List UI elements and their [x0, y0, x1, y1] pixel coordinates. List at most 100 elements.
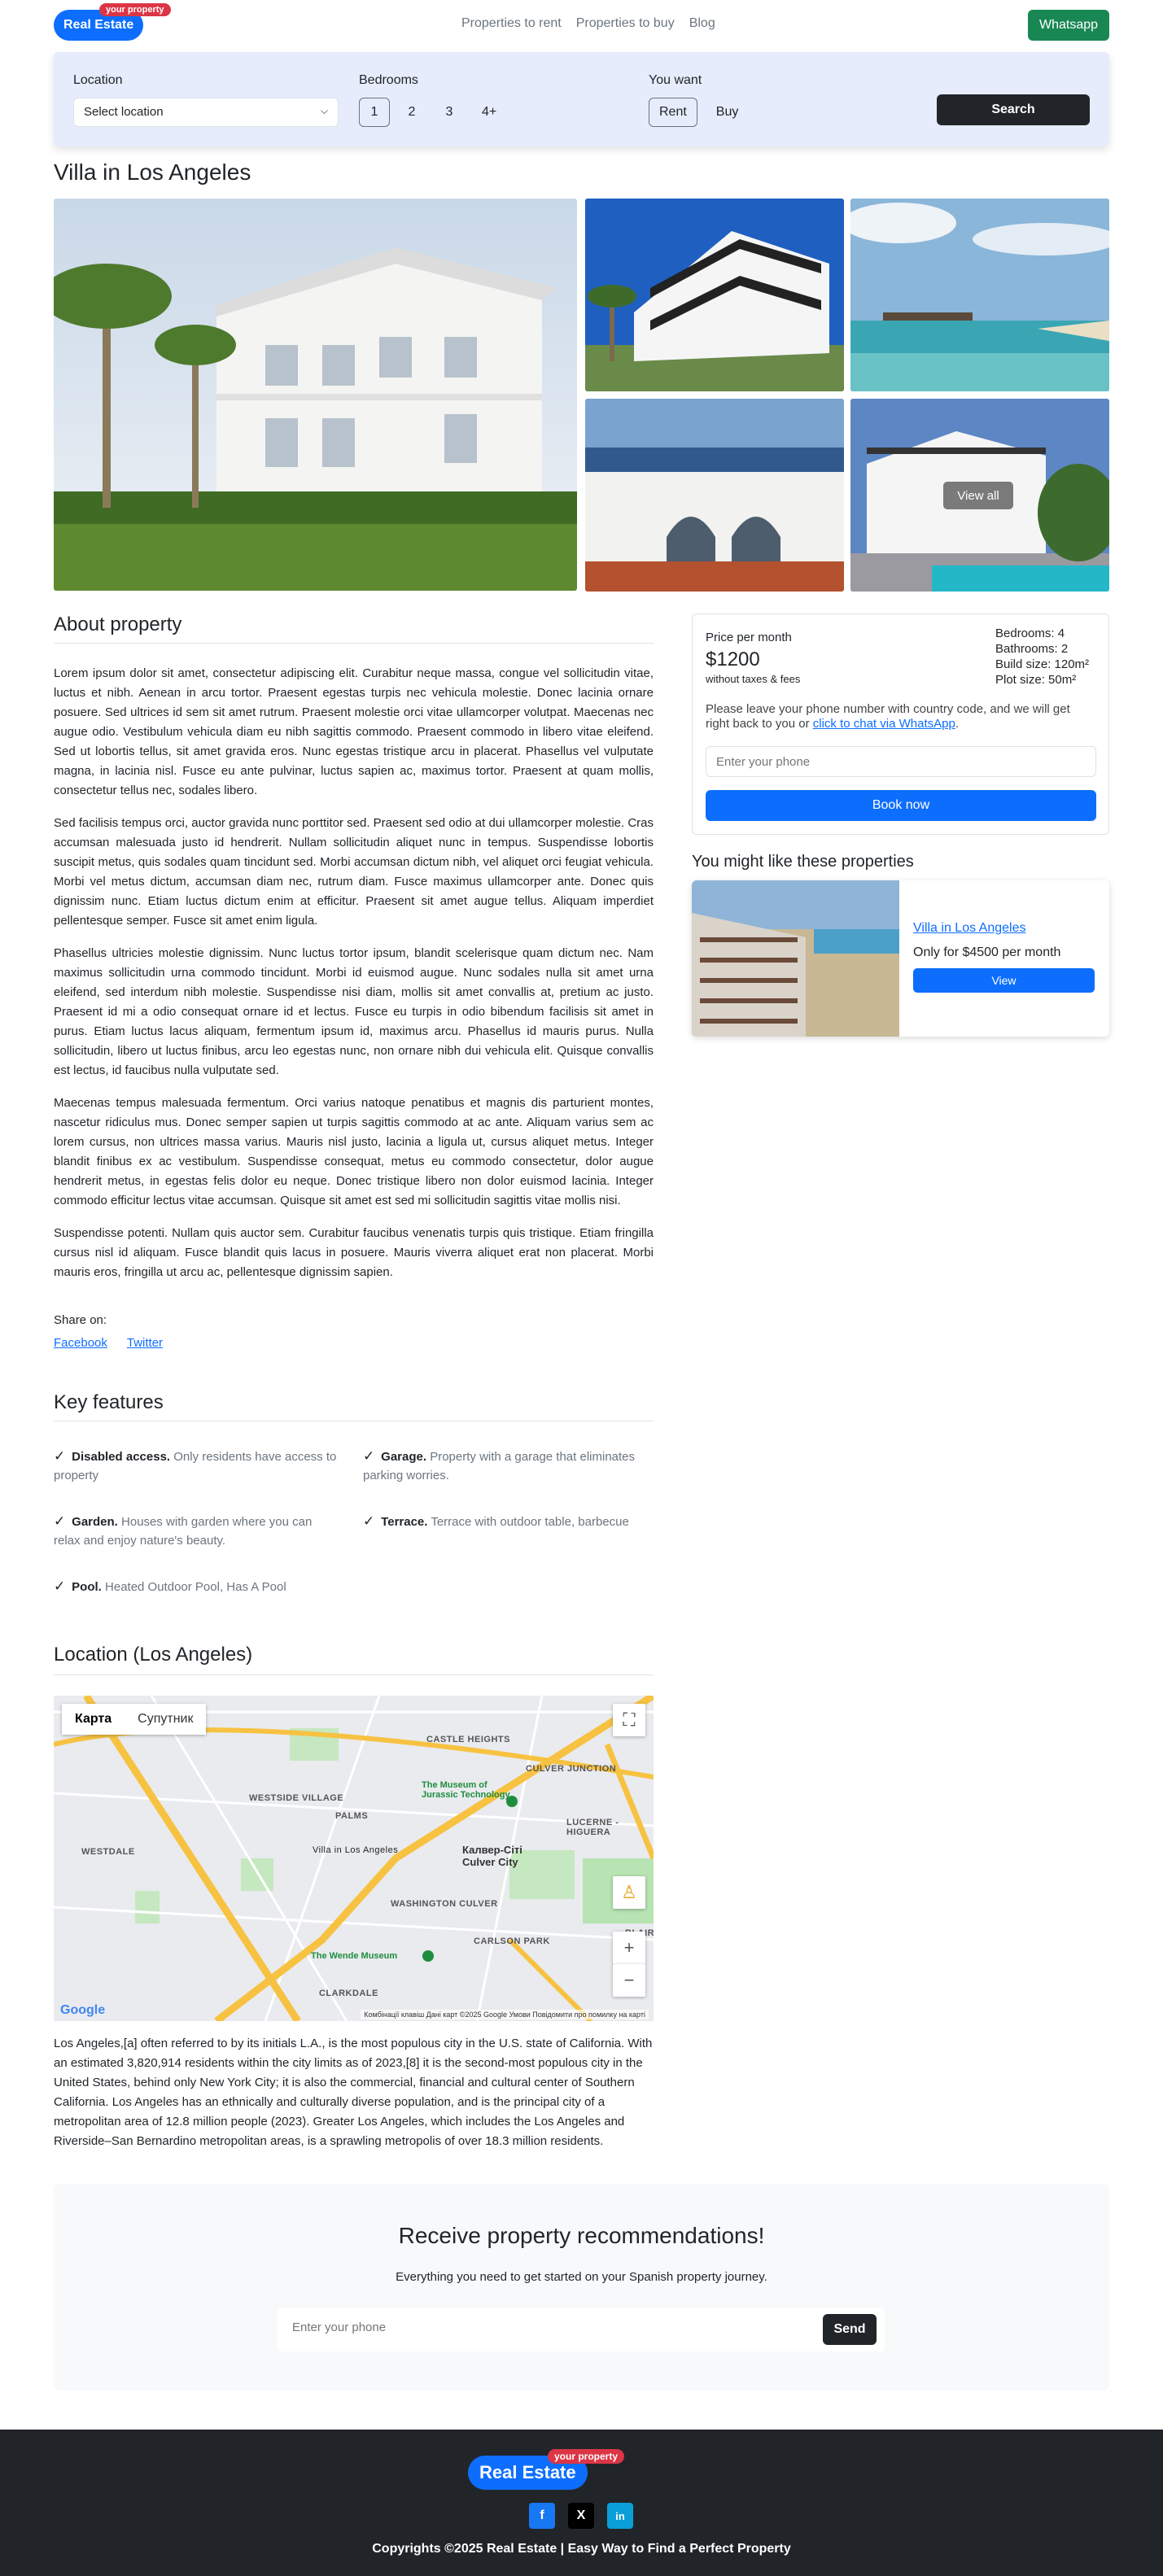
feature-name: Pool.	[72, 1580, 102, 1594]
about-text: Lorem ipsum dolor sit amet, consectetur …	[54, 664, 654, 1295]
logo-tag: your property	[99, 3, 171, 16]
map-label: WESTDALE	[81, 1847, 135, 1857]
nav-properties-to-buy[interactable]: Properties to buy	[576, 16, 675, 31]
location-select[interactable]: Select location ⌵	[73, 98, 339, 127]
map-canvas[interactable]	[54, 1696, 654, 2021]
location-select-value: Select location	[84, 105, 164, 119]
check-icon: ✓	[363, 1513, 375, 1529]
map-label: CASTLE HEIGHTS	[426, 1735, 510, 1744]
price-note: without taxes & fees	[706, 673, 801, 685]
map-label: Villa in Los Angeles	[313, 1845, 399, 1855]
gallery-main-photo[interactable]	[54, 199, 577, 591]
features-heading: Key features	[54, 1391, 164, 1413]
spec-build-size: Build size: 120m²	[995, 657, 1090, 671]
suggestion-photo[interactable]	[692, 880, 899, 1037]
nav-blog[interactable]: Blog	[689, 16, 715, 31]
share-label: Share on:	[54, 1313, 107, 1327]
phone-input[interactable]	[706, 746, 1096, 777]
map-label: CARLSON PARK	[474, 1936, 550, 1946]
map-label: WESTSIDE VILLAGE	[249, 1793, 344, 1803]
feature-name: Garden.	[72, 1515, 118, 1529]
suggestion-view-button[interactable]: View	[913, 968, 1095, 993]
view-all-photos-button[interactable]: View all	[943, 482, 1013, 509]
feature-name: Terrace.	[381, 1515, 428, 1529]
bedrooms-option-3[interactable]: 3	[434, 98, 465, 127]
copyright: Copyrights ©2025 Real Estate | Easy Way …	[372, 2542, 791, 2556]
share-facebook-link[interactable]: Facebook	[54, 1336, 107, 1350]
spec-bedrooms: Bedrooms: 4	[995, 627, 1065, 640]
gallery-photo-2[interactable]	[585, 199, 844, 391]
x-icon[interactable]: X	[568, 2503, 594, 2529]
map-attribution[interactable]: Комбінації клавіш Дані карт ©2025 Google…	[361, 2010, 649, 2019]
suggestion-price: Only for $4500 per month	[913, 945, 1061, 959]
nav-properties-to-rent[interactable]: Properties to rent	[461, 16, 562, 31]
bedrooms-option-4-plus[interactable]: 4+	[471, 98, 507, 127]
site-logo[interactable]: Real Estate your property	[54, 3, 171, 41]
price-card: Price per month $1200 without taxes & fe…	[692, 613, 1109, 835]
search-button[interactable]: Search	[937, 94, 1090, 125]
about-paragraph: Phasellus ultricies molestie dignissim. …	[54, 946, 654, 1077]
linkedin-icon[interactable]: in	[607, 2503, 633, 2529]
whatsapp-chat-link[interactable]: click to chat via WhatsApp	[813, 717, 955, 731]
about-paragraph: Lorem ipsum dolor sit amet, consectetur …	[54, 666, 654, 797]
zoom-out-button[interactable]: −	[613, 1964, 645, 1997]
about-paragraph: Sed facilisis tempus orci, auctor gravid…	[54, 816, 654, 928]
location-label: Location	[73, 73, 123, 87]
fullscreen-icon[interactable]: ⛶	[613, 1704, 645, 1736]
page-title: Villa in Los Angeles	[54, 159, 251, 185]
map-tab-map[interactable]: Карта	[62, 1704, 125, 1735]
suggestion-title-link[interactable]: Villa in Los Angeles	[913, 921, 1025, 936]
about-heading: About property	[54, 613, 182, 635]
want-buy-button[interactable]: Buy	[706, 98, 750, 127]
want-rent-button[interactable]: Rent	[649, 98, 697, 127]
share-twitter-link[interactable]: Twitter	[127, 1336, 163, 1350]
pegman-icon[interactable]: ♙	[613, 1876, 645, 1909]
google-logo: Google	[60, 2003, 106, 2017]
zoom-in-button[interactable]: +	[613, 1932, 645, 1964]
footer-logo-text: Real Estate	[479, 2462, 576, 2482]
gallery-photo-4[interactable]	[585, 399, 844, 592]
newsletter-send-button[interactable]: Send	[823, 2314, 877, 2345]
map-label: PALMS	[335, 1811, 369, 1821]
whatsapp-button[interactable]: Whatsapp	[1028, 10, 1109, 41]
want-group: Rent Buy	[649, 98, 749, 127]
book-now-button[interactable]: Book now	[706, 790, 1096, 821]
search-panel: Location Select location ⌵ Bedrooms 1 2 …	[54, 52, 1109, 146]
site-header: Real Estate your property Properties to …	[54, 0, 1109, 52]
newsletter-phone-input[interactable]	[292, 2321, 780, 2334]
feature-item: ✓ Terrace. Terrace with outdoor table, b…	[363, 1512, 648, 1531]
price-label: Price per month	[706, 631, 792, 644]
map-label: The Museum of Jurassic Technology	[422, 1780, 510, 1800]
bedrooms-label: Bedrooms	[359, 73, 418, 87]
newsletter-form: Send	[278, 2307, 885, 2351]
feature-item: ✓ Disabled access. Only residents have a…	[54, 1447, 339, 1485]
check-icon: ✓	[363, 1448, 375, 1464]
bedrooms-option-1[interactable]: 1	[359, 98, 390, 127]
newsletter-section: Receive property recommendations! Everyt…	[54, 2184, 1109, 2390]
map-type-tabs: Карта Супутник	[62, 1704, 207, 1735]
map-label: The Wende Museum	[311, 1951, 398, 1961]
check-icon: ✓	[54, 1513, 66, 1529]
map-label: WASHINGTON CULVER	[391, 1899, 498, 1909]
main-nav: Properties to rent Properties to buy Blo…	[461, 16, 715, 31]
chevron-down-icon: ⌵	[320, 105, 328, 116]
footer-logo[interactable]: Real Estate your property	[468, 2449, 625, 2490]
spec-bathrooms: Bathrooms: 2	[995, 642, 1069, 656]
map-label: Калвер-Сіті Culver City	[462, 1844, 522, 1868]
spec-plot-size: Plot size: 50m²	[995, 673, 1077, 687]
price-amount: $1200	[706, 648, 760, 670]
check-icon: ✓	[54, 1578, 66, 1594]
map-label: CLARKDALE	[319, 1989, 378, 1998]
map[interactable]: CASTLE HEIGHTS CULVER JUNCTION The Museu…	[54, 1696, 654, 2021]
location-description: Los Angeles,[a] often referred to by its…	[54, 2037, 653, 2148]
newsletter-subtitle: Everything you need to get started on yo…	[396, 2270, 767, 2284]
map-tab-satellite[interactable]: Супутник	[125, 1704, 207, 1735]
check-icon: ✓	[54, 1448, 66, 1464]
divider	[54, 1674, 654, 1675]
feature-item: ✓ Garden. Houses with garden where you c…	[54, 1512, 339, 1550]
facebook-icon[interactable]: f	[529, 2503, 555, 2529]
gallery-photo-3[interactable]	[850, 199, 1109, 391]
property-specs: Bedrooms: 4 Bathrooms: 2 Build size: 120…	[995, 626, 1089, 688]
bedrooms-option-2[interactable]: 2	[396, 98, 427, 127]
map-label: CULVER JUNCTION	[526, 1764, 617, 1774]
